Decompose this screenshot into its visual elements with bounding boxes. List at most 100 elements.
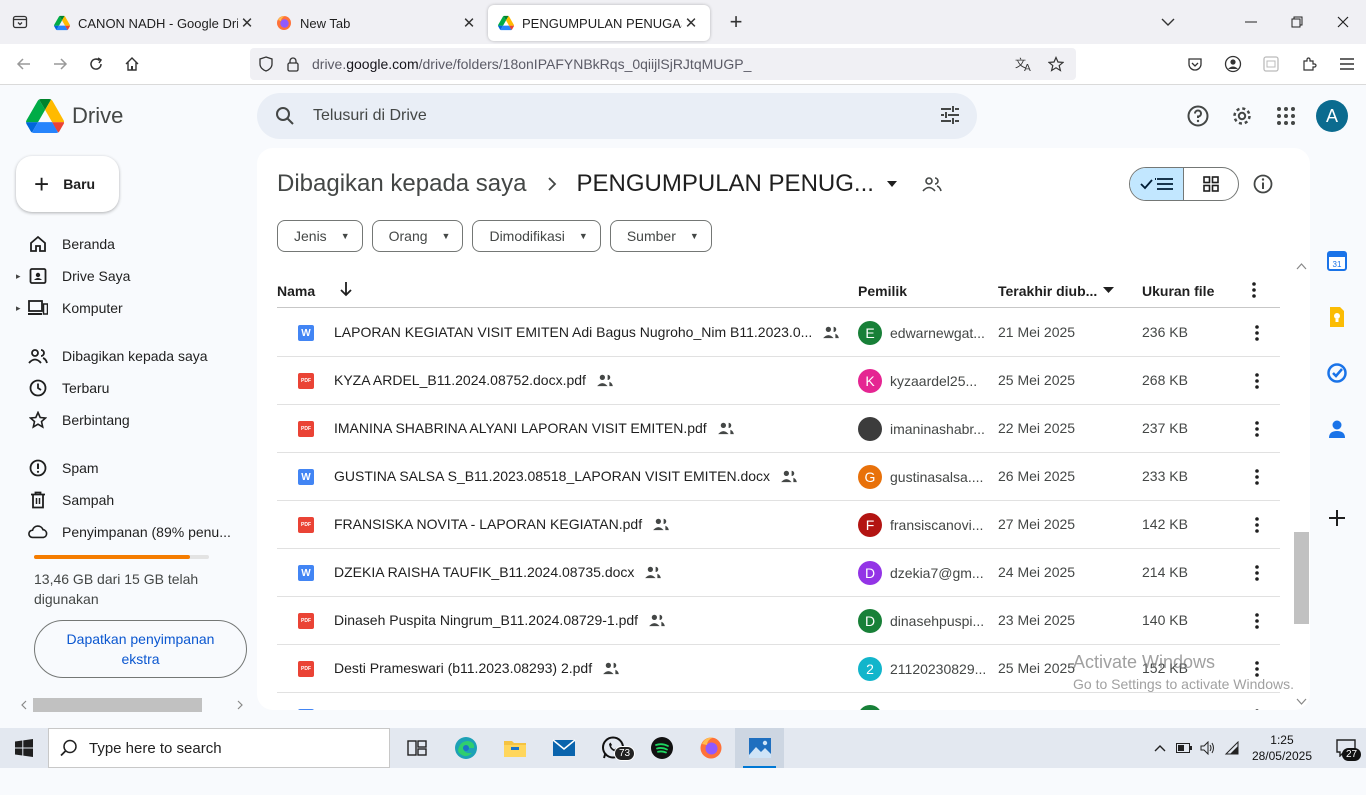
column-header-owner[interactable]: Pemilik (858, 283, 907, 299)
folder-menu-dropdown-icon[interactable] (886, 180, 898, 188)
filter-type-chip[interactable]: Jenis ▼ (277, 220, 363, 252)
more-actions-icon[interactable] (1245, 417, 1269, 441)
new-tab-icon[interactable]: + (718, 4, 754, 40)
search-options-icon[interactable] (939, 104, 961, 126)
browser-tab[interactable]: CANON NADH - Google Drive ✕ (44, 5, 266, 41)
table-row[interactable]: PDF Dinaseh Puspita Ningrum_B11.2024.0872… (277, 597, 1280, 645)
file-name[interactable]: DZEKIA RAISHA TAUFIK_B11.2024.08735.docx (334, 564, 662, 580)
taskbar-search-box[interactable] (48, 728, 390, 768)
file-name[interactable]: FRANSISKA NOVITA - LAPORAN KEGIATAN.pdf (334, 516, 670, 532)
table-row[interactable]: PDF IMANINA SHABRINA ALYANI LAPORAN VISIT… (277, 405, 1280, 453)
bookmark-star-icon[interactable] (1040, 48, 1072, 80)
table-row[interactable]: W LAPORAN KEGIATAN VISIT EMITEN Adi Bagus… (277, 309, 1280, 357)
battery-icon[interactable] (1172, 743, 1196, 753)
expand-caret-icon[interactable]: ▸ (16, 303, 28, 314)
main-vertical-scrollbar[interactable] (1293, 257, 1310, 711)
sidebar-item-my-drive[interactable]: ▸ Drive Saya (16, 260, 246, 292)
more-actions-icon[interactable] (1245, 513, 1269, 537)
firefox-icon[interactable] (686, 728, 735, 768)
account-avatar[interactable]: A (1316, 100, 1348, 132)
close-icon[interactable]: ✕ (238, 14, 256, 32)
sort-arrow-down-icon[interactable] (339, 281, 353, 297)
home-icon[interactable] (114, 48, 150, 80)
calendar-icon[interactable]: 31 (1326, 250, 1348, 272)
close-icon[interactable]: ✕ (460, 14, 478, 32)
taskbar-search-input[interactable] (89, 739, 369, 757)
restore-icon[interactable] (1274, 0, 1320, 44)
table-row[interactable]: PDF FRANSISKA NOVITA - LAPORAN KEGIATAN.p… (277, 501, 1280, 549)
notification-center-icon[interactable]: 27 (1326, 728, 1366, 768)
sidebar-item-trash[interactable]: Sampah (16, 484, 246, 516)
file-explorer-icon[interactable] (490, 728, 539, 768)
sidebar-item-starred[interactable]: Berbintang (16, 404, 246, 436)
table-row[interactable]: PDF KYZA ARDEL_B11.2024.08752.docx.pdf Kky… (277, 357, 1280, 405)
translate-icon[interactable]: 文A (1008, 48, 1040, 80)
more-actions-icon[interactable] (1245, 561, 1269, 585)
more-actions-icon[interactable] (1245, 369, 1269, 393)
filter-source-chip[interactable]: Sumber ▼ (609, 220, 712, 252)
get-more-storage-button[interactable]: Dapatkan penyimpanan ekstra (34, 620, 247, 678)
column-sort-dropdown-icon[interactable] (1103, 287, 1114, 294)
photos-app-icon[interactable] (735, 728, 784, 768)
column-header-modified[interactable]: Terakhir diub... (998, 283, 1097, 299)
contacts-icon[interactable] (1326, 418, 1348, 440)
address-bar[interactable]: drive.google.com/drive/folders/18onIPAFY… (250, 48, 1076, 80)
more-actions-icon[interactable] (1245, 321, 1269, 345)
sidebar-item-computers[interactable]: ▸ Komputer (16, 292, 246, 324)
grid-view-button[interactable] (1184, 168, 1238, 200)
sidebar-item-recent[interactable]: Terbaru (16, 372, 246, 404)
file-name[interactable]: GUSTINA SALSA S_B11.2023.08518_LAPORAN V… (334, 468, 798, 484)
filter-modified-chip[interactable]: Dimodifikasi ▼ (472, 220, 601, 252)
tasks-icon[interactable] (1326, 362, 1348, 384)
file-name[interactable]: Dinaseh Puspita Ningrum_B11.2024.08729-1… (334, 612, 666, 628)
task-view-icon[interactable] (392, 728, 441, 768)
browser-tab[interactable]: New Tab ✕ (266, 5, 488, 41)
account-icon[interactable] (1214, 44, 1252, 84)
whatsapp-icon[interactable]: 73 (588, 728, 637, 768)
settings-gear-icon[interactable] (1220, 94, 1264, 138)
apps-grid-icon[interactable] (1264, 94, 1308, 138)
help-icon[interactable] (1176, 94, 1220, 138)
close-icon[interactable]: ✕ (682, 14, 700, 32)
breadcrumb-current-folder[interactable]: PENGUMPULAN PENUG... (577, 170, 874, 198)
back-icon[interactable] (6, 48, 42, 80)
mail-icon[interactable] (539, 728, 588, 768)
windows-start-icon[interactable] (0, 728, 48, 768)
more-actions-icon[interactable] (1245, 609, 1269, 633)
new-button[interactable]: + Baru (16, 156, 119, 212)
list-view-button[interactable] (1130, 168, 1185, 200)
shield-icon[interactable] (250, 48, 282, 80)
file-name[interactable]: LAPORAN KEGIATAN VISIT EMITEN Adi Bagus … (334, 324, 840, 340)
lock-icon[interactable] (282, 48, 304, 80)
hamburger-menu-icon[interactable] (1328, 44, 1366, 84)
chevron-down-icon[interactable] (1156, 10, 1180, 34)
column-options-icon[interactable] (1252, 282, 1256, 298)
expand-caret-icon[interactable]: ▸ (16, 271, 28, 282)
info-icon[interactable] (1251, 172, 1275, 196)
drive-logo[interactable]: Drive (26, 99, 123, 133)
sidebar-horizontal-scrollbar[interactable] (16, 697, 248, 713)
add-addon-icon[interactable] (1326, 507, 1348, 529)
drive-search-bar[interactable] (257, 93, 977, 139)
scrollbar-thumb[interactable] (1294, 532, 1309, 624)
sidebar-item-home[interactable]: Beranda (16, 228, 246, 260)
wifi-icon[interactable] (1220, 741, 1244, 755)
chevron-up-icon[interactable] (1148, 744, 1172, 752)
close-window-icon[interactable] (1320, 0, 1366, 44)
filter-people-chip[interactable]: Orang ▼ (371, 220, 464, 252)
pocket-icon[interactable] (1176, 44, 1214, 84)
table-row[interactable]: W GUSTINA SALSA S_B11.2023.08518_LAPORAN … (277, 453, 1280, 501)
tab-list-icon[interactable] (0, 0, 40, 44)
table-row[interactable]: W DESI RIKA RATNASARI_B11.2023.08196.docx… (277, 693, 1280, 710)
file-name[interactable]: IMANINA SHABRINA ALYANI LAPORAN VISIT EM… (334, 420, 735, 436)
search-input[interactable] (313, 107, 913, 125)
file-name[interactable]: Desti Prameswari (b11.2023.08293) 2.pdf (334, 660, 620, 676)
reload-icon[interactable] (78, 48, 114, 80)
table-row[interactable]: W DZEKIA RAISHA TAUFIK_B11.2024.08735.doc… (277, 549, 1280, 597)
spotify-icon[interactable] (637, 728, 686, 768)
column-header-size[interactable]: Ukuran file (1142, 283, 1214, 299)
more-actions-icon[interactable] (1245, 465, 1269, 489)
scrollbar-thumb[interactable] (33, 698, 202, 712)
url-text[interactable]: drive.google.com/drive/folders/18onIPAFY… (312, 56, 751, 72)
edge-browser-icon[interactable] (441, 728, 490, 768)
